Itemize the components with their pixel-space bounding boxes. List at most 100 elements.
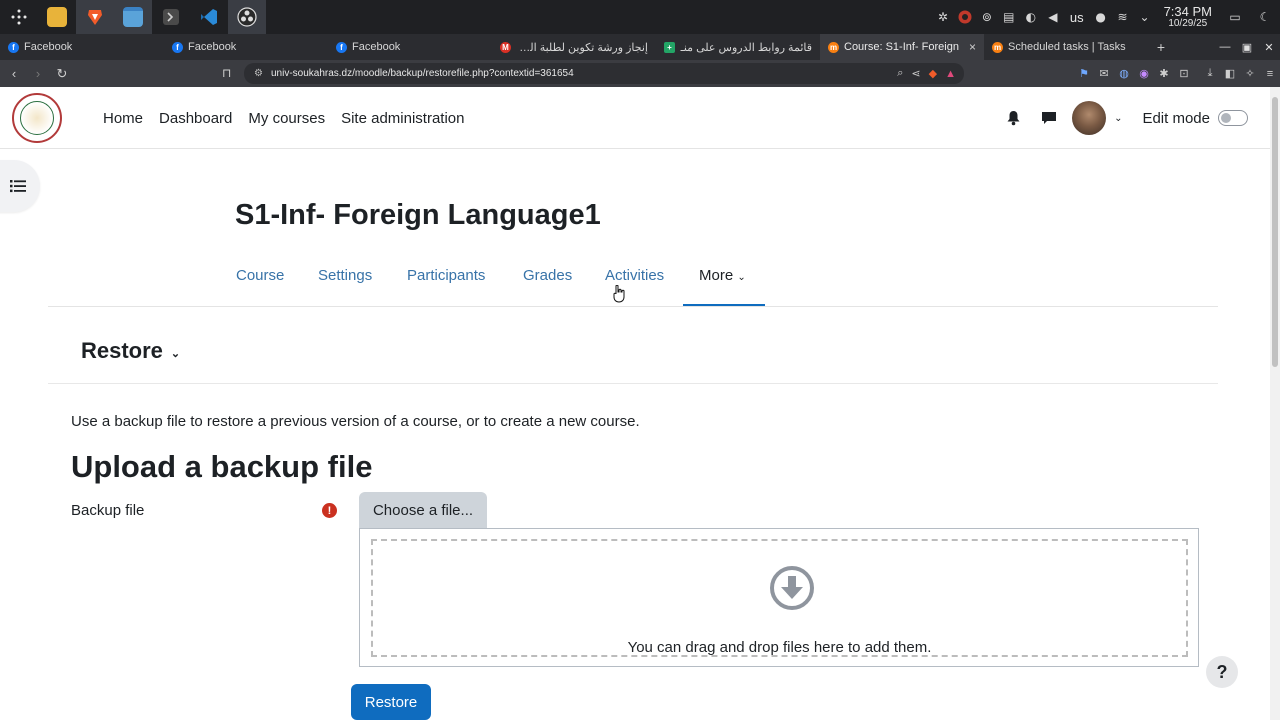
help-button[interactable]: ? <box>1206 656 1238 688</box>
choose-file-button[interactable]: Choose a file... <box>359 492 487 528</box>
new-tab-icon[interactable]: + <box>1148 39 1174 55</box>
menu-icon[interactable]: ≡ <box>1260 68 1280 80</box>
translate-icon[interactable]: ⚑ <box>1074 67 1094 80</box>
address-actions: ⌕ ⋖ ◆ ▲ <box>897 63 956 84</box>
site-navbar: Home Dashboard My courses Site administr… <box>0 87 1270 149</box>
tab-scheduled-tasks[interactable]: m Scheduled tasks | Tasks <box>984 34 1148 60</box>
tab-settings[interactable]: Settings <box>318 267 372 284</box>
bookmark-icon[interactable]: ⊓ <box>222 66 231 80</box>
chevron-down-icon: ⌄ <box>737 272 746 283</box>
share-icon[interactable]: ⋖ <box>911 67 920 80</box>
facebook-icon: f <box>336 41 347 53</box>
list-icon <box>10 180 26 193</box>
tab-sheets[interactable]: + قائمة روابط الدروس على منـ <box>656 34 820 60</box>
settings-icon[interactable]: ✲ <box>932 0 954 34</box>
microphone-icon[interactable]: ● <box>1090 0 1112 34</box>
mail-icon[interactable]: ✉ <box>1094 67 1114 80</box>
tab-title: Facebook <box>24 41 73 53</box>
address-bar[interactable]: ⚙ univ-soukahras.dz/moodle/backup/restor… <box>244 63 964 84</box>
back-icon[interactable]: ‹ <box>4 60 24 87</box>
tab-facebook-1[interactable]: f Facebook <box>0 34 164 60</box>
university-logo[interactable] <box>12 93 62 143</box>
download-icon[interactable]: ⤓ <box>1200 67 1220 80</box>
nav-my-courses[interactable]: My courses <box>240 110 333 127</box>
clock-date: 10/29/25 <box>1168 18 1208 29</box>
nav-home[interactable]: Home <box>95 110 151 127</box>
clock[interactable]: 7:34 PM 10/29/25 <box>1156 5 1220 29</box>
brave-browser-icon[interactable] <box>76 0 114 34</box>
drop-zone[interactable]: You can drag and drop files here to add … <box>371 539 1188 657</box>
terminal-icon[interactable] <box>152 0 190 34</box>
scrollbar-thumb[interactable] <box>1272 97 1278 367</box>
launcher-icon[interactable] <box>0 0 38 34</box>
tab-title: Facebook <box>188 41 237 53</box>
do-not-disturb-icon[interactable]: ☾ <box>1250 0 1280 34</box>
edit-mode-toggle[interactable] <box>1218 110 1248 126</box>
taskbar-apps <box>0 0 266 34</box>
tab-facebook-2[interactable]: f Facebook <box>164 34 328 60</box>
chevron-down-icon[interactable]: ⌄ <box>1114 113 1122 124</box>
close-tab-icon[interactable]: × <box>969 40 976 54</box>
tab-more-label: More <box>699 267 734 284</box>
tab-more[interactable]: More ⌄ <box>699 267 746 284</box>
vscode-icon[interactable] <box>190 0 228 34</box>
maximize-icon[interactable]: ▣ <box>1236 41 1258 54</box>
volume-icon[interactable]: ◀ <box>1042 0 1064 34</box>
course-index-drawer-button[interactable] <box>0 160 40 212</box>
zoom-icon[interactable]: ⌕ <box>897 67 903 80</box>
clock-time: 7:34 PM <box>1163 4 1212 19</box>
forward-icon[interactable]: › <box>28 60 48 87</box>
tab-participants[interactable]: Participants <box>407 267 485 284</box>
os-taskbar: ✲ ⊚ ▤ ◐ ◀ us ● ≋ ⌄ 7:34 PM 10/29/25 ▭ ☾ <box>0 0 1280 34</box>
files-icon[interactable] <box>114 0 152 34</box>
site-info-icon[interactable]: ⚙ <box>254 68 263 79</box>
nav-site-administration[interactable]: Site administration <box>333 110 472 127</box>
moodle-icon: m <box>828 41 839 53</box>
chevron-down-icon[interactable]: ⌄ <box>1134 0 1156 34</box>
sidebar-icon[interactable]: ◧ <box>1220 67 1240 80</box>
puzzle-icon[interactable]: ✱ <box>1154 67 1174 80</box>
notifications-bell-icon[interactable] <box>1004 109 1022 127</box>
night-light-icon[interactable]: ◐ <box>1020 0 1042 34</box>
tab-title: Facebook <box>352 41 401 53</box>
tab-gmail[interactable]: M إنجاز ورشة تكوين لطلبة الدكت <box>492 34 656 60</box>
tab-course[interactable]: Course <box>236 267 284 284</box>
facebook-icon: f <box>172 41 183 53</box>
brave-shields-icon[interactable]: ◆ <box>929 67 937 80</box>
tab-facebook-3[interactable]: f Facebook <box>328 34 492 60</box>
leo-icon[interactable]: ✧ <box>1240 67 1260 80</box>
brave-rewards-icon[interactable]: ▲ <box>945 68 956 80</box>
wifi-icon[interactable]: ≋ <box>1112 0 1134 34</box>
divider <box>48 306 1218 307</box>
drop-zone-text: You can drag and drop files here to add … <box>627 639 932 656</box>
keyboard-layout[interactable]: us <box>1064 10 1090 25</box>
obs-icon[interactable] <box>228 0 266 34</box>
url-text: univ-soukahras.dz/moodle/backup/restoref… <box>270 68 574 79</box>
restore-heading: Restore <box>81 338 163 363</box>
reload-icon[interactable]: ↻ <box>52 60 72 87</box>
screenshot-icon[interactable]: ⊡ <box>1174 67 1194 80</box>
tab-activities[interactable]: Activities <box>605 267 664 284</box>
minimize-icon[interactable]: — <box>1214 41 1236 53</box>
user-avatar[interactable] <box>1072 101 1107 135</box>
moodle-page: Home Dashboard My courses Site administr… <box>0 87 1270 720</box>
extension-icon[interactable]: ◉ <box>1134 67 1154 80</box>
restore-menu[interactable]: Restore ⌄ <box>81 338 180 364</box>
nav-dashboard[interactable]: Dashboard <box>151 110 240 127</box>
file-manager-icon[interactable] <box>38 0 76 34</box>
messages-icon[interactable] <box>1040 109 1058 127</box>
show-desktop-icon[interactable]: ▭ <box>1220 0 1250 34</box>
required-icon: ! <box>322 503 337 518</box>
restore-button[interactable]: Restore <box>351 684 431 720</box>
clipboard-icon[interactable]: ▤ <box>998 0 1020 34</box>
update-icon[interactable]: ⊚ <box>976 0 998 34</box>
tab-grades[interactable]: Grades <box>523 267 572 284</box>
moodle-icon: m <box>992 41 1003 53</box>
extension-icon[interactable]: ◍ <box>1114 67 1134 80</box>
tab-course[interactable]: m Course: S1-Inf- Foreign × <box>820 34 984 60</box>
restore-description: Use a backup file to restore a previous … <box>71 413 640 430</box>
close-window-icon[interactable]: ✕ <box>1258 41 1280 54</box>
file-picker: You can drag and drop files here to add … <box>359 528 1199 667</box>
obs-tray-icon[interactable] <box>954 0 976 34</box>
page-scrollbar[interactable] <box>1270 87 1280 720</box>
